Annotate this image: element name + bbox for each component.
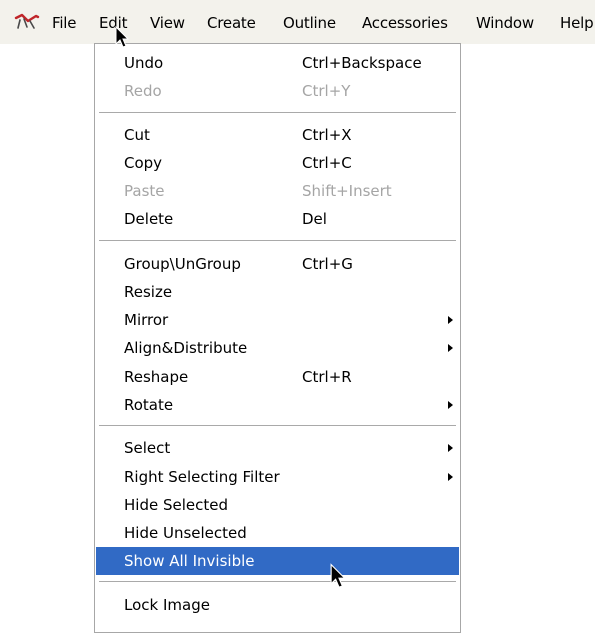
chevron-right-icon — [448, 316, 453, 324]
menu-item-label: Hide Selected — [124, 496, 228, 514]
menu-item-label: Show All Invisible — [124, 552, 255, 570]
menu-item-label: Hide Unselected — [124, 524, 247, 542]
menu-item-undo[interactable]: Undo Ctrl+Backspace — [96, 49, 459, 77]
menu-item-cut[interactable]: Cut Ctrl+X — [96, 121, 459, 149]
mouse-pointer-icon — [115, 26, 130, 48]
menu-item-label: Redo — [124, 82, 162, 100]
menu-separator — [99, 112, 456, 114]
menu-item-shortcut: Ctrl+Y — [302, 82, 351, 100]
menu-item-label: Lock Image — [124, 596, 210, 614]
menu-item-shortcut: Shift+Insert — [302, 182, 392, 200]
menu-item-shortcut: Ctrl+R — [302, 368, 352, 386]
chevron-right-icon — [448, 444, 453, 452]
menu-file[interactable]: File — [52, 12, 77, 34]
edit-menu-dropdown: Undo Ctrl+Backspace Redo Ctrl+Y Cut Ctrl… — [94, 43, 461, 633]
menu-item-hide-selected[interactable]: Hide Selected — [96, 491, 459, 519]
menu-item-label: Group\UnGroup — [124, 255, 241, 273]
mouse-pointer-icon — [330, 563, 346, 588]
menu-bar: File Edit View Create Outline Accessorie… — [0, 0, 595, 44]
menu-item-show-all-invisible[interactable]: Show All Invisible — [96, 547, 459, 575]
menu-item-label: Paste — [124, 182, 165, 200]
menu-item-resize[interactable]: Resize — [96, 278, 459, 306]
menu-item-rotate[interactable]: Rotate — [96, 391, 459, 419]
menu-item-label: Delete — [124, 210, 174, 228]
menu-window[interactable]: Window — [476, 12, 534, 34]
menu-item-label: Undo — [124, 54, 164, 72]
menu-item-label: Reshape — [124, 368, 189, 386]
chevron-right-icon — [448, 344, 453, 352]
menu-create[interactable]: Create — [207, 12, 256, 34]
chevron-right-icon — [448, 473, 453, 481]
menu-item-label: Resize — [124, 283, 173, 301]
menu-item-shortcut: Del — [302, 210, 327, 228]
menu-item-shortcut: Ctrl+C — [302, 154, 352, 172]
menu-item-mirror[interactable]: Mirror — [96, 306, 459, 334]
menu-item-label: Cut — [124, 126, 150, 144]
menu-item-shortcut: Ctrl+G — [302, 255, 353, 273]
chevron-right-icon — [448, 401, 453, 409]
menu-item-select[interactable]: Select — [96, 434, 459, 462]
menu-item-shortcut: Ctrl+Backspace — [302, 54, 422, 72]
menu-separator — [99, 240, 456, 242]
menu-view[interactable]: View — [150, 12, 185, 34]
menu-item-shortcut: Ctrl+X — [302, 126, 352, 144]
menu-item-redo: Redo Ctrl+Y — [96, 77, 459, 105]
menu-accessories[interactable]: Accessories — [362, 12, 448, 34]
menu-help[interactable]: Help — [560, 12, 594, 34]
menu-item-paste: Paste Shift+Insert — [96, 177, 459, 205]
menu-item-reshape[interactable]: Reshape Ctrl+R — [96, 363, 459, 391]
menu-item-label: Align&Distribute — [124, 339, 248, 357]
menu-item-label: Copy — [124, 154, 163, 172]
menu-item-align-distribute[interactable]: Align&Distribute — [96, 334, 459, 362]
app-logo-icon[interactable] — [14, 13, 40, 31]
menu-item-lock-image[interactable]: Lock Image — [96, 591, 459, 619]
menu-item-group-ungroup[interactable]: Group\UnGroup Ctrl+G — [96, 250, 459, 278]
menu-item-delete[interactable]: Delete Del — [96, 205, 459, 233]
menu-item-hide-unselected[interactable]: Hide Unselected — [96, 519, 459, 547]
menu-separator — [99, 425, 456, 427]
menu-separator — [99, 581, 456, 583]
menu-item-label: Mirror — [124, 311, 169, 329]
menu-outline[interactable]: Outline — [283, 12, 336, 34]
menu-item-label: Right Selecting Filter — [124, 468, 280, 486]
menu-item-label: Select — [124, 439, 171, 457]
menu-item-right-selecting-filter[interactable]: Right Selecting Filter — [96, 463, 459, 491]
menu-item-label: Rotate — [124, 396, 174, 414]
menu-item-copy[interactable]: Copy Ctrl+C — [96, 149, 459, 177]
